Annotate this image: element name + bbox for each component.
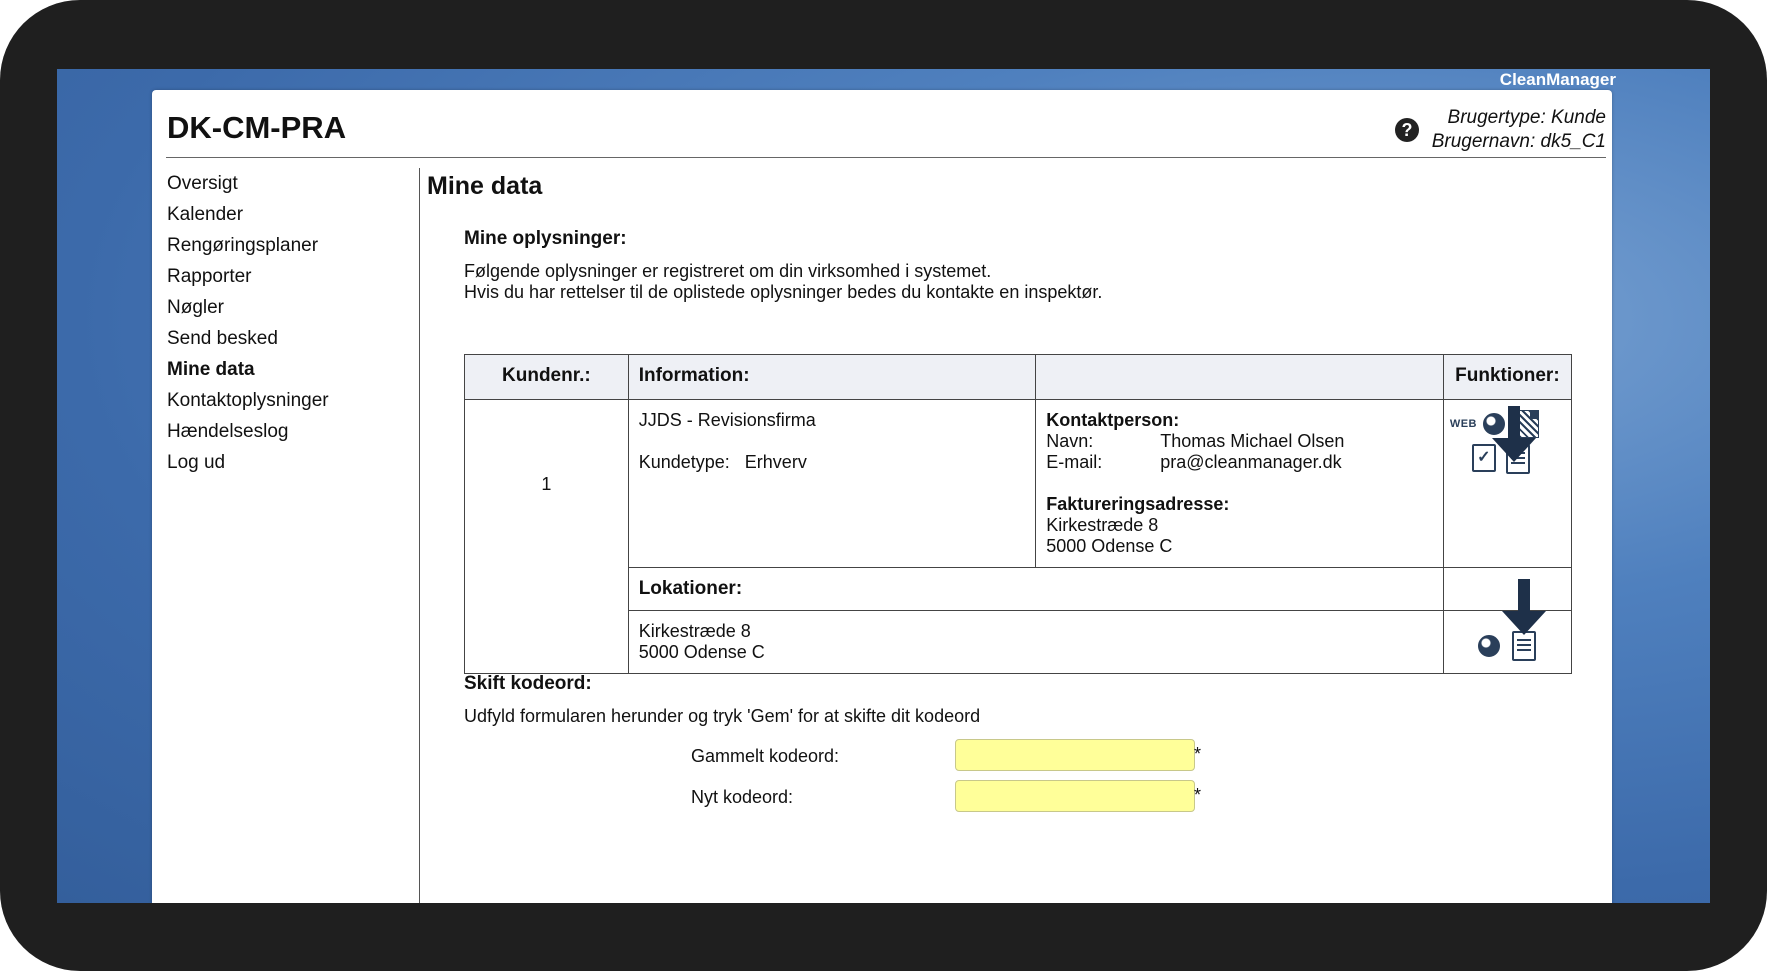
nav-item-haendelseslog[interactable]: Hændelseslog: [167, 416, 407, 447]
password-section-title: Skift kodeord:: [464, 673, 592, 694]
sidebar-nav: Oversigt Kalender Rengøringsplaner Rappo…: [167, 168, 407, 478]
customer-number: 1: [464, 399, 629, 674]
location-download-arrow-icon: [1501, 579, 1546, 635]
web-icon[interactable]: WEB: [1450, 418, 1477, 430]
location-globe-icon[interactable]: [1477, 635, 1500, 657]
header-empty: [1035, 354, 1444, 400]
company-name: JJDS - Revisionsfirma: [638, 410, 816, 430]
nav-item-send-besked[interactable]: Send besked: [167, 323, 407, 354]
nav-item-kalender[interactable]: Kalender: [167, 199, 407, 230]
header-divider: [166, 157, 1606, 158]
contact-email: pra@cleanmanager.dk: [1160, 452, 1342, 472]
locations-header-row: Lokationer:: [465, 567, 1573, 611]
password-instructions: Udfyld formularen herunder og tryk 'Gem'…: [464, 706, 981, 726]
old-password-label: Gammelt kodeord:: [691, 746, 840, 766]
site-title: DK-CM-PRA: [167, 110, 347, 145]
sidebar-divider: [419, 168, 420, 903]
nav-item-mine-data[interactable]: Mine data: [167, 354, 407, 385]
billing-street: Kirkestræde 8: [1046, 515, 1159, 535]
customer-info-cell: JJDS - Revisionsfirma Kundetype: Erhverv: [627, 399, 1037, 568]
customer-functions-cell: WEB ✓: [1442, 399, 1573, 568]
kundetype-value: Erhverv: [744, 452, 807, 472]
header-funktioner: Funktioner:: [1442, 354, 1573, 400]
table-header-row: Kundenr.: Information: Funktioner:: [464, 354, 1573, 400]
info-line-2: Hvis du har rettelser til de oplistede o…: [464, 282, 1103, 302]
location-functions-cell: [1442, 579, 1573, 674]
contact-name-label: Navn:: [1046, 431, 1094, 451]
billing-title: Faktureringsadresse:: [1046, 494, 1230, 514]
header-kundenr: Kundenr.:: [464, 354, 629, 400]
contact-name: Thomas Michael Olsen: [1160, 431, 1345, 451]
location-cell: Kirkestræde 8 5000 Odense C: [627, 610, 1444, 674]
nav-item-kontaktoplysninger[interactable]: Kontaktoplysninger: [167, 385, 407, 416]
page-heading: Mine data: [427, 172, 543, 200]
location-document-icon[interactable]: [1511, 631, 1536, 661]
new-password-required: *: [1194, 785, 1202, 805]
location-street: Kirkestræde 8: [638, 621, 751, 641]
old-password-required: *: [1194, 744, 1202, 764]
customer-table: Kundenr.: Information: Funktioner: 1 JJD…: [464, 354, 1573, 674]
contact-title: Kontaktperson:: [1046, 410, 1180, 430]
nav-item-rapporter[interactable]: Rapporter: [167, 261, 407, 292]
user-type: Brugertype: Kunde: [1447, 107, 1606, 128]
help-icon[interactable]: ?: [1395, 118, 1419, 142]
device-frame: CleanManager DK-CM-PRA ? Brugertype: Kun…: [0, 0, 1767, 971]
nav-item-oversigt[interactable]: Oversigt: [167, 168, 407, 199]
user-info: Brugertype: Kunde Brugernavn: dk5_C1: [1432, 106, 1606, 154]
download-arrow-icon: [1491, 406, 1536, 462]
header-information: Information:: [627, 354, 1037, 400]
location-row: Kirkestræde 8 5000 Odense C: [465, 579, 1573, 674]
kundetype-label: Kundetype:: [638, 452, 730, 472]
old-password-input[interactable]: [955, 739, 1195, 771]
main-content: Mine data Mine oplysninger: Følgende opl…: [427, 168, 1607, 812]
customer-row: 1 JJDS - Revisionsfirma Kundetype: Erhve…: [464, 399, 1573, 674]
billing-city: 5000 Odense C: [1046, 536, 1173, 556]
locations-title: Lokationer:: [627, 567, 1444, 611]
new-password-label: Nyt kodeord:: [691, 787, 794, 807]
nav-item-log-ud[interactable]: Log ud: [167, 447, 407, 478]
new-password-input[interactable]: [955, 780, 1195, 812]
contact-email-label: E-mail:: [1046, 452, 1103, 472]
nav-item-noegler[interactable]: Nøgler: [167, 292, 407, 323]
nav-item-rengoeringsplaner[interactable]: Rengøringsplaner: [167, 230, 407, 261]
brand-label: CleanManager: [1499, 70, 1616, 89]
desktop-background: CleanManager DK-CM-PRA ? Brugertype: Kun…: [57, 69, 1710, 903]
contact-cell: Kontaktperson: Navn: Thomas Michael Olse…: [1035, 399, 1444, 568]
info-section-title: Mine oplysninger:: [464, 228, 627, 249]
location-city: 5000 Odense C: [638, 642, 765, 662]
user-name: Brugernavn: dk5_C1: [1431, 131, 1606, 152]
app-window: DK-CM-PRA ? Brugertype: Kunde Brugernavn…: [152, 90, 1612, 903]
